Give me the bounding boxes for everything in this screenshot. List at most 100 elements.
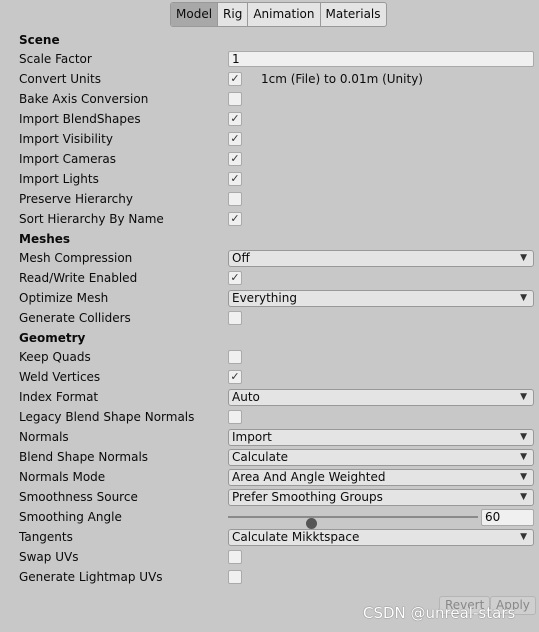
normals-mode-dropdown[interactable]: Area And Angle Weighted ▼ [228, 469, 534, 486]
control [228, 191, 534, 207]
control [228, 91, 534, 107]
setting-row-generate-lightmap-uvs: Generate Lightmap UVs [0, 567, 539, 587]
control: 60 [228, 509, 534, 529]
control: Calculate ▼ [228, 449, 534, 466]
index-format-dropdown[interactable]: Auto ▼ [228, 389, 534, 406]
optimize-mesh-dropdown[interactable]: Everything ▼ [228, 290, 534, 307]
checkmark-icon: ✓ [230, 370, 240, 383]
control: ✓ [228, 131, 534, 147]
setting-row-generate-colliders: Generate Colliders [0, 308, 539, 328]
setting-label: Smoothness Source [19, 490, 138, 504]
setting-row-normals: Normals Import ▼ [0, 427, 539, 447]
setting-label: Normals [19, 430, 69, 444]
setting-label: Weld Vertices [19, 370, 101, 384]
checkmark-icon: ✓ [230, 112, 240, 125]
setting-label: Scale Factor [19, 52, 92, 66]
swap-uvs-checkbox[interactable] [228, 550, 242, 564]
dropdown-value: Off [232, 251, 250, 265]
setting-label: Normals Mode [19, 470, 106, 484]
setting-row-normals-mode: Normals Mode Area And Angle Weighted ▼ [0, 467, 539, 487]
generate-lightmap-uvs-checkbox[interactable] [228, 570, 242, 584]
legacy-blend-shape-normals-checkbox[interactable] [228, 410, 242, 424]
setting-label: Sort Hierarchy By Name [19, 212, 164, 226]
setting-label: Tangents [19, 530, 73, 544]
setting-row-legacy-blend-shape-normals: Legacy Blend Shape Normals [0, 407, 539, 427]
normals-dropdown[interactable]: Import ▼ [228, 429, 534, 446]
setting-label: Keep Quads [19, 350, 91, 364]
setting-label: Import BlendShapes [19, 112, 141, 126]
setting-row-swap-uvs: Swap UVs [0, 547, 539, 567]
chevron-down-icon: ▼ [520, 432, 527, 442]
setting-row-blend-shape-normals: Blend Shape Normals Calculate ▼ [0, 447, 539, 467]
keep-quads-checkbox[interactable] [228, 350, 242, 364]
setting-label: Read/Write Enabled [19, 271, 138, 285]
setting-label: Generate Lightmap UVs [19, 570, 163, 584]
units-note: 1cm (File) to 0.01m (Unity) [261, 72, 423, 86]
tab-animation[interactable]: Animation [248, 3, 321, 26]
preserve-hierarchy-checkbox[interactable] [228, 192, 242, 206]
setting-row-import-visibility: Import Visibility ✓ [0, 129, 539, 149]
setting-row-smoothness-source: Smoothness Source Prefer Smoothing Groups… [0, 487, 539, 507]
blend-shape-normals-dropdown[interactable]: Calculate ▼ [228, 449, 534, 466]
setting-row-import-lights: Import Lights ✓ [0, 169, 539, 189]
smoothing-angle-input[interactable]: 60 [481, 509, 534, 526]
checkmark-icon: ✓ [230, 172, 240, 185]
read-write-enabled-checkbox[interactable]: ✓ [228, 271, 242, 285]
tab-rig[interactable]: Rig [218, 3, 249, 26]
control: Everything ▼ [228, 290, 534, 307]
setting-row-optimize-mesh: Optimize Mesh Everything ▼ [0, 288, 539, 308]
scale-factor-input[interactable]: 1 [228, 51, 534, 67]
setting-label: Bake Axis Conversion [19, 92, 149, 106]
setting-row-convert-units: Convert Units ✓ 1cm (File) to 0.01m (Unity… [0, 69, 539, 89]
import-lights-checkbox[interactable]: ✓ [228, 172, 242, 186]
smoothness-source-dropdown[interactable]: Prefer Smoothing Groups ▼ [228, 489, 534, 506]
convert-units-checkbox[interactable]: ✓ [228, 72, 242, 86]
setting-row-tangents: Tangents Calculate Mikktspace ▼ [0, 527, 539, 547]
smoothing-angle-slider[interactable] [228, 516, 478, 529]
setting-row-read-write-enabled: Read/Write Enabled ✓ [0, 268, 539, 288]
control: ✓ [228, 111, 534, 127]
section-header-meshes: Meshes [19, 232, 71, 246]
control: 1 [228, 51, 534, 67]
import-visibility-checkbox[interactable]: ✓ [228, 132, 242, 146]
watermark: CSDN @unreal-stars [363, 604, 516, 622]
setting-label: Index Format [19, 390, 99, 404]
tangents-dropdown[interactable]: Calculate Mikktspace ▼ [228, 529, 534, 546]
bake-axis-conversion-checkbox[interactable] [228, 92, 242, 106]
control: ✓ 1cm (File) to 0.01m (Unity) [228, 71, 534, 87]
sort-hierarchy-by-name-checkbox[interactable]: ✓ [228, 212, 242, 226]
control: ✓ [228, 270, 534, 286]
setting-label: Preserve Hierarchy [19, 192, 133, 206]
weld-vertices-checkbox[interactable]: ✓ [228, 370, 242, 384]
chevron-down-icon: ▼ [520, 532, 527, 542]
checkmark-icon: ✓ [230, 132, 240, 145]
setting-row-preserve-hierarchy: Preserve Hierarchy [0, 189, 539, 209]
control: Area And Angle Weighted ▼ [228, 469, 534, 486]
checkmark-icon: ✓ [230, 152, 240, 165]
chevron-down-icon: ▼ [520, 392, 527, 402]
control: Prefer Smoothing Groups ▼ [228, 489, 534, 506]
control: Auto ▼ [228, 389, 534, 406]
setting-label: Legacy Blend Shape Normals [19, 410, 195, 424]
setting-row-scale-factor: Scale Factor 1 [0, 49, 539, 69]
control: ✓ [228, 171, 534, 187]
import-cameras-checkbox[interactable]: ✓ [228, 152, 242, 166]
control: Off ▼ [228, 250, 534, 267]
setting-label: Blend Shape Normals [19, 450, 149, 464]
tab-model[interactable]: Model [171, 3, 219, 26]
dropdown-value: Import [232, 430, 272, 444]
generate-colliders-checkbox[interactable] [228, 311, 242, 325]
import-blendshapes-checkbox[interactable]: ✓ [228, 112, 242, 126]
tab-materials[interactable]: Materials [321, 3, 386, 26]
model-settings: Scene Scale Factor 1 Convert Units ✓ 1cm (Fil… [0, 30, 539, 587]
chevron-down-icon: ▼ [520, 492, 527, 502]
setting-label: Optimize Mesh [19, 291, 109, 305]
control: ✓ [228, 151, 534, 167]
mesh-compression-dropdown[interactable]: Off ▼ [228, 250, 534, 267]
setting-row-weld-vertices: Weld Vertices ✓ [0, 367, 539, 387]
control [228, 549, 534, 565]
setting-row-bake-axis-conversion: Bake Axis Conversion [0, 89, 539, 109]
dropdown-value: Prefer Smoothing Groups [232, 490, 383, 504]
setting-row-index-format: Index Format Auto ▼ [0, 387, 539, 407]
chevron-down-icon: ▼ [520, 452, 527, 462]
